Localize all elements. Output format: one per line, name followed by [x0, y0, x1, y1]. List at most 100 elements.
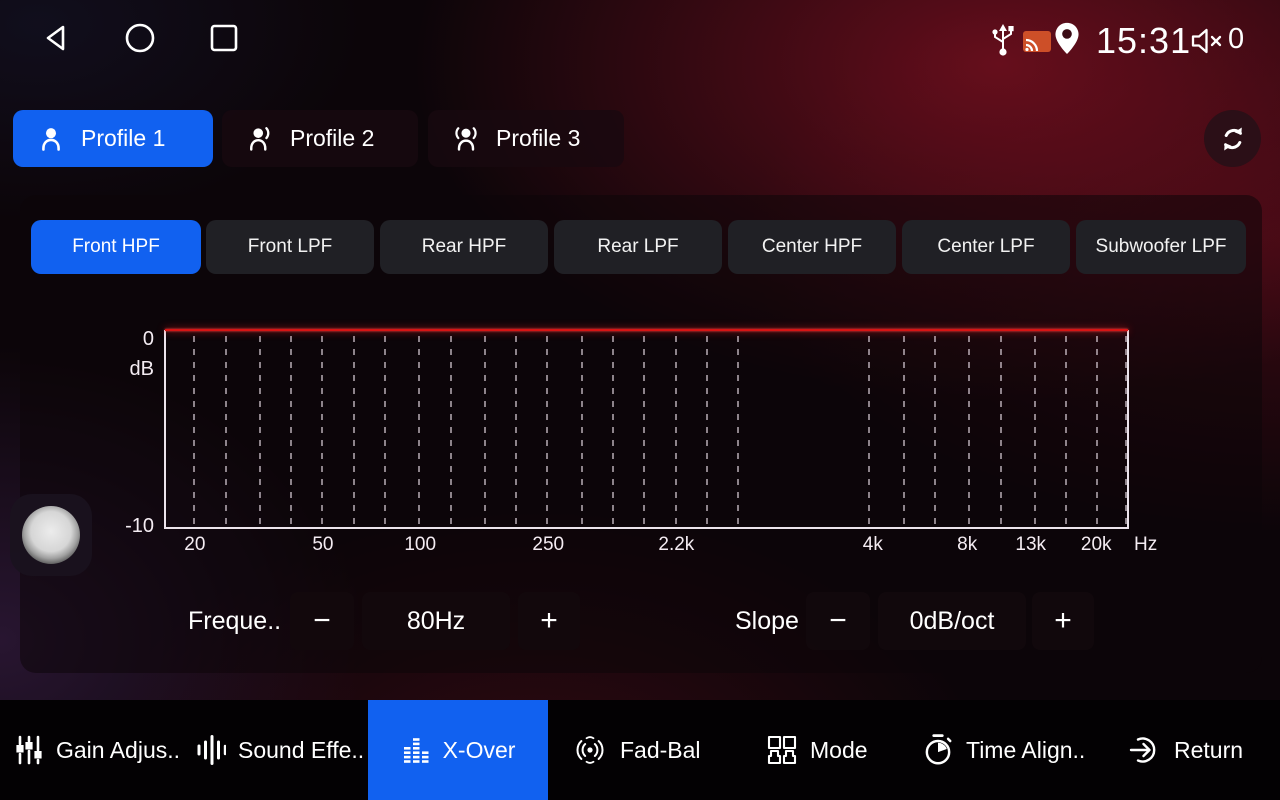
profile-1-label: Profile 1 [81, 125, 165, 152]
chart-x-axis [164, 527, 1129, 529]
nav-gain-adjust[interactable]: Gain Adjus.. [14, 700, 180, 800]
clock-time: 15:31 [1096, 20, 1191, 62]
nav-label: Return [1174, 737, 1243, 764]
nav-mode[interactable]: Mode [766, 700, 868, 800]
stopwatch-icon [922, 733, 954, 767]
chart-gridline [643, 336, 645, 526]
chart-gridlines [165, 336, 1128, 526]
chart-x-tick: 20k [1081, 534, 1112, 556]
recents-icon[interactable] [206, 20, 242, 56]
profile-1-button[interactable]: Profile 1 [13, 110, 213, 167]
nav-label: X-Over [443, 737, 516, 764]
profile-3-button[interactable]: Profile 3 [428, 110, 624, 167]
frequency-value: 80Hz [362, 592, 510, 650]
chart-x-tick: 8k [957, 534, 977, 556]
chart-gridline [1000, 336, 1002, 526]
chart-gridline [903, 336, 905, 526]
chart-x-unit: Hz [1134, 534, 1157, 556]
nav-label: Gain Adjus.. [56, 737, 180, 764]
chart-gridline [612, 336, 614, 526]
chart-gridline [1034, 336, 1036, 526]
slope-minus-button[interactable]: − [806, 592, 870, 650]
slope-plus-button[interactable]: + [1032, 592, 1094, 650]
plus-icon: + [540, 604, 558, 638]
usb-icon [989, 22, 1017, 58]
gain-sliders-icon [14, 734, 44, 766]
chart-gridline [290, 336, 292, 526]
person-wave-icon [246, 125, 274, 153]
sound-effects-icon [196, 734, 226, 766]
chart-right-border [1127, 330, 1129, 528]
tab-center-hpf[interactable]: Center HPF [728, 220, 896, 274]
nav-label: Mode [810, 737, 868, 764]
chart-x-tick: 4k [863, 534, 883, 556]
chart-x-ticks: 20501002502.2k4k8k13k20k [165, 534, 1128, 558]
assistive-knob-button[interactable] [10, 494, 92, 576]
chart-gridline [868, 336, 870, 526]
volume-level: 0 [1228, 23, 1244, 56]
chart-x-tick: 2.2k [658, 534, 694, 556]
person-waves-icon [452, 125, 480, 153]
chart-y-axis [164, 330, 166, 528]
tab-front-lpf[interactable]: Front LPF [206, 220, 374, 274]
chart-gridline [384, 336, 386, 526]
frequency-minus-button[interactable]: − [290, 592, 354, 650]
chart-gridline [259, 336, 261, 526]
chart-gridline [675, 336, 677, 526]
chart-gridline [968, 336, 970, 526]
profile-2-label: Profile 2 [290, 125, 374, 152]
refresh-icon [1218, 124, 1248, 154]
tab-front-hpf[interactable]: Front HPF [31, 220, 201, 274]
location-icon [1052, 20, 1082, 58]
nav-time-align[interactable]: Time Align.. [922, 700, 1085, 800]
chart-x-tick: 250 [532, 534, 564, 556]
tab-subwoofer-lpf[interactable]: Subwoofer LPF [1076, 220, 1246, 274]
nav-x-over[interactable]: X-Over [368, 700, 548, 800]
fader-balance-icon [572, 734, 608, 766]
nav-return[interactable]: Return [1128, 700, 1243, 800]
plus-icon: + [1054, 604, 1072, 638]
minus-icon: − [313, 604, 331, 638]
frequency-response-chart [165, 330, 1128, 528]
chart-gridline [484, 336, 486, 526]
tab-center-lpf[interactable]: Center LPF [902, 220, 1070, 274]
slope-label: Slope [735, 607, 799, 636]
tab-rear-hpf[interactable]: Rear HPF [380, 220, 548, 274]
chart-gridline [515, 336, 517, 526]
person-icon [37, 125, 65, 153]
nav-fad-bal[interactable]: Fad-Bal [572, 700, 701, 800]
chart-gridline [225, 336, 227, 526]
nav-sound-effects[interactable]: Sound Effe.. [196, 700, 364, 800]
volume-muted-icon [1188, 25, 1224, 57]
frequency-plus-button[interactable]: + [518, 592, 580, 650]
profile-3-label: Profile 3 [496, 125, 580, 152]
chart-gridline [1096, 336, 1098, 526]
chart-gridline [353, 336, 355, 526]
equalizer-icon [401, 735, 431, 765]
chart-y-bottom-label: -10 [110, 515, 154, 538]
cast-icon [1022, 30, 1052, 54]
home-icon[interactable] [122, 20, 158, 56]
tab-rear-lpf[interactable]: Rear LPF [554, 220, 722, 274]
profile-2-button[interactable]: Profile 2 [222, 110, 418, 167]
chart-gridline [737, 336, 739, 526]
chart-gridline [418, 336, 420, 526]
chart-gridline [706, 336, 708, 526]
chart-x-tick: 50 [312, 534, 333, 556]
refresh-button[interactable] [1204, 110, 1261, 167]
knob-icon [22, 506, 80, 564]
nav-label: Fad-Bal [620, 737, 701, 764]
chart-gridline [193, 336, 195, 526]
chart-x-tick: 20 [184, 534, 205, 556]
chart-y-top-label: 0 [118, 328, 154, 351]
bottom-nav-bar: Gain Adjus.. Sound Effe.. X-Over [0, 700, 1280, 800]
slope-value: 0dB/oct [878, 592, 1026, 650]
chart-gridline [581, 336, 583, 526]
chart-x-tick: 13k [1015, 534, 1046, 556]
back-icon[interactable] [38, 20, 74, 56]
return-arrow-icon [1128, 734, 1162, 766]
nav-label: Sound Effe.. [238, 737, 364, 764]
minus-icon: − [829, 604, 847, 638]
nav-label: Time Align.. [966, 737, 1085, 764]
mode-grid-icon [766, 734, 798, 766]
